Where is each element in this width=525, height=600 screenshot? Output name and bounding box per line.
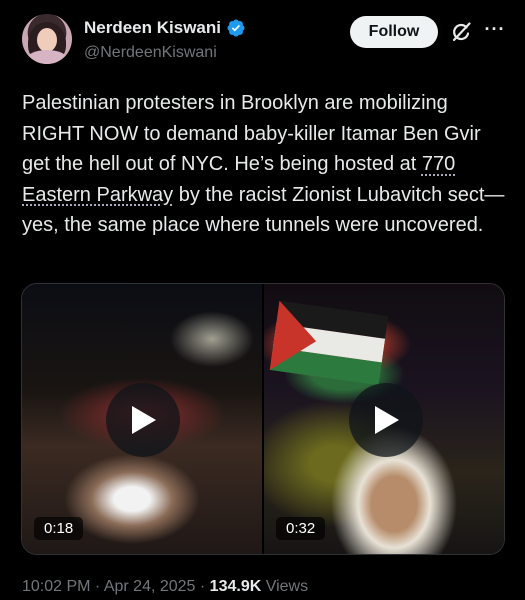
grok-icon[interactable] — [449, 20, 473, 44]
play-icon[interactable] — [106, 383, 180, 457]
follow-button[interactable]: Follow — [350, 16, 438, 48]
verified-badge-icon — [227, 19, 245, 37]
tweet-date[interactable]: Apr 24, 2025 — [104, 578, 196, 595]
views-label: Views — [261, 578, 309, 595]
video-1[interactable]: 0:18 — [22, 284, 262, 554]
video-2[interactable]: 0:32 — [264, 284, 504, 554]
views-count: 134.9K — [209, 578, 262, 595]
media-grid: 0:18 0:32 — [21, 283, 505, 555]
author-name[interactable]: Nerdeen Kiswani — [84, 18, 221, 38]
play-triangle-icon — [375, 406, 399, 434]
video-duration: 0:32 — [276, 517, 326, 540]
video-duration: 0:18 — [34, 517, 84, 540]
avatar-shirt — [26, 50, 68, 64]
more-icon[interactable]: ··· — [482, 19, 508, 43]
play-icon[interactable] — [349, 383, 423, 457]
avatar[interactable] — [22, 14, 72, 64]
avatar-face — [37, 28, 57, 52]
play-triangle-icon — [132, 406, 156, 434]
author-handle[interactable]: @NerdeenKiswani — [84, 44, 217, 62]
meta-separator: · — [90, 578, 104, 595]
tweet-meta: 10:02 PM · Apr 24, 2025 · 134.9K Views — [22, 578, 308, 596]
tweet-header: Nerdeen Kiswani @NerdeenKiswani Follow ·… — [22, 14, 512, 70]
tweet-time[interactable]: 10:02 PM — [22, 578, 90, 595]
meta-separator: · — [195, 578, 210, 595]
tweet-text: Palestinian protesters in Brooklyn are m… — [22, 88, 512, 241]
author-name-row: Nerdeen Kiswani — [84, 16, 246, 40]
palestinian-flag-image — [269, 300, 389, 386]
tweet-text-part1: Palestinian protesters in Brooklyn are m… — [22, 92, 481, 175]
